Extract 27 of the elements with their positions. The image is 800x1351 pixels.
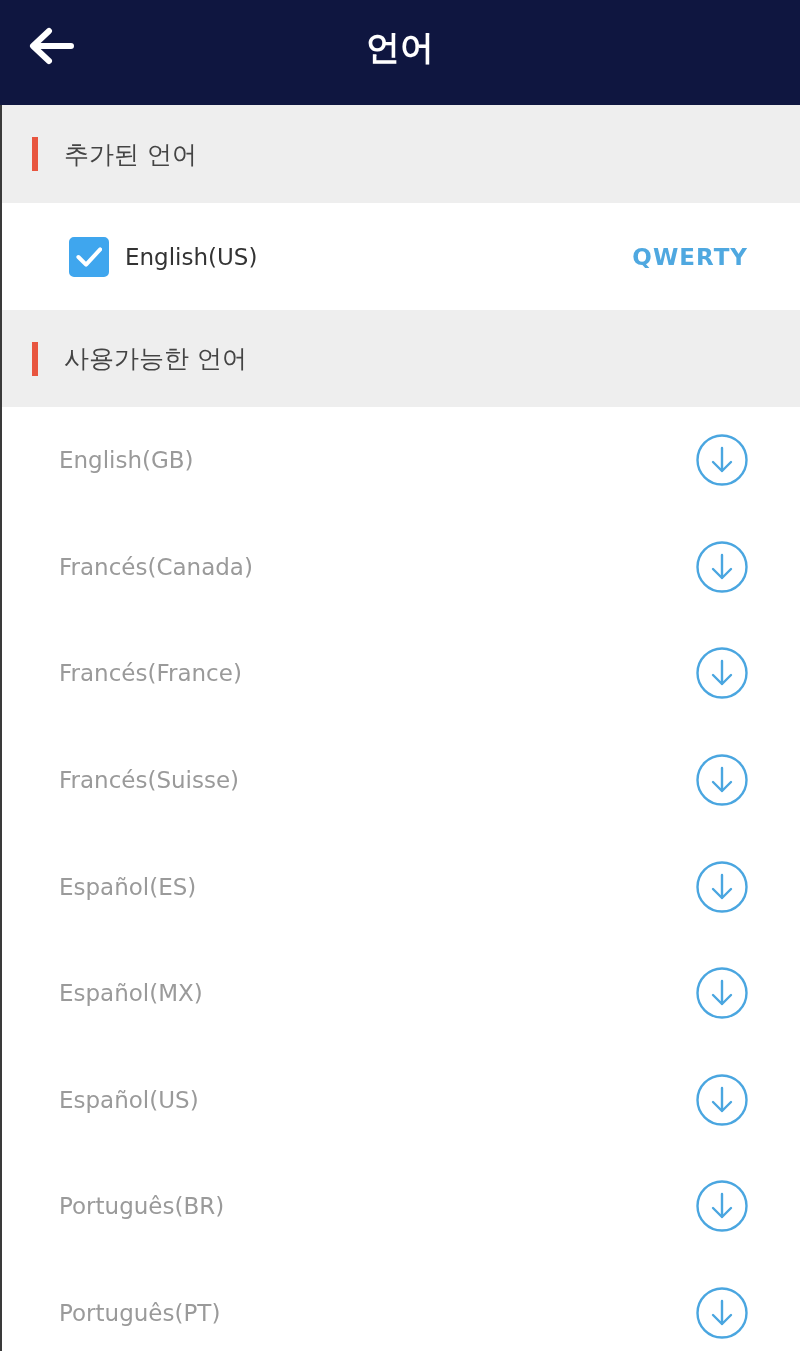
download-icon[interactable]	[696, 754, 748, 807]
language-name: Español(ES)	[59, 873, 197, 900]
language-name: Español(MX)	[59, 980, 203, 1007]
download-icon[interactable]	[696, 434, 748, 487]
download-icon[interactable]	[696, 1073, 748, 1126]
language-name: Francés(Suisse)	[59, 767, 240, 794]
download-icon[interactable]	[696, 1180, 748, 1233]
checkbox[interactable]	[69, 236, 109, 277]
language-name: Francés(France)	[59, 660, 242, 687]
section-marker	[32, 341, 38, 376]
download-icon[interactable]	[696, 647, 748, 700]
download-icon[interactable]	[696, 860, 748, 913]
language-name: English(US)	[125, 243, 258, 270]
keyboard-layout-link[interactable]: QWERTY	[632, 243, 748, 270]
download-icon[interactable]	[696, 540, 748, 593]
section-marker	[32, 137, 38, 171]
screen-title: 언어	[366, 25, 434, 69]
section-title: 사용가능한 언어	[64, 343, 247, 375]
download-icon[interactable]	[696, 1287, 748, 1340]
language-name: Español(US)	[59, 1086, 199, 1113]
section-title: 추가된 언어	[64, 138, 197, 171]
download-icon[interactable]	[696, 967, 748, 1020]
language-name: Português(PT)	[59, 1300, 221, 1327]
language-name: English(GB)	[59, 447, 194, 474]
checkmark-icon	[76, 246, 102, 267]
language-name: Francés(Canada)	[59, 553, 253, 580]
language-name: Português(BR)	[59, 1193, 225, 1220]
